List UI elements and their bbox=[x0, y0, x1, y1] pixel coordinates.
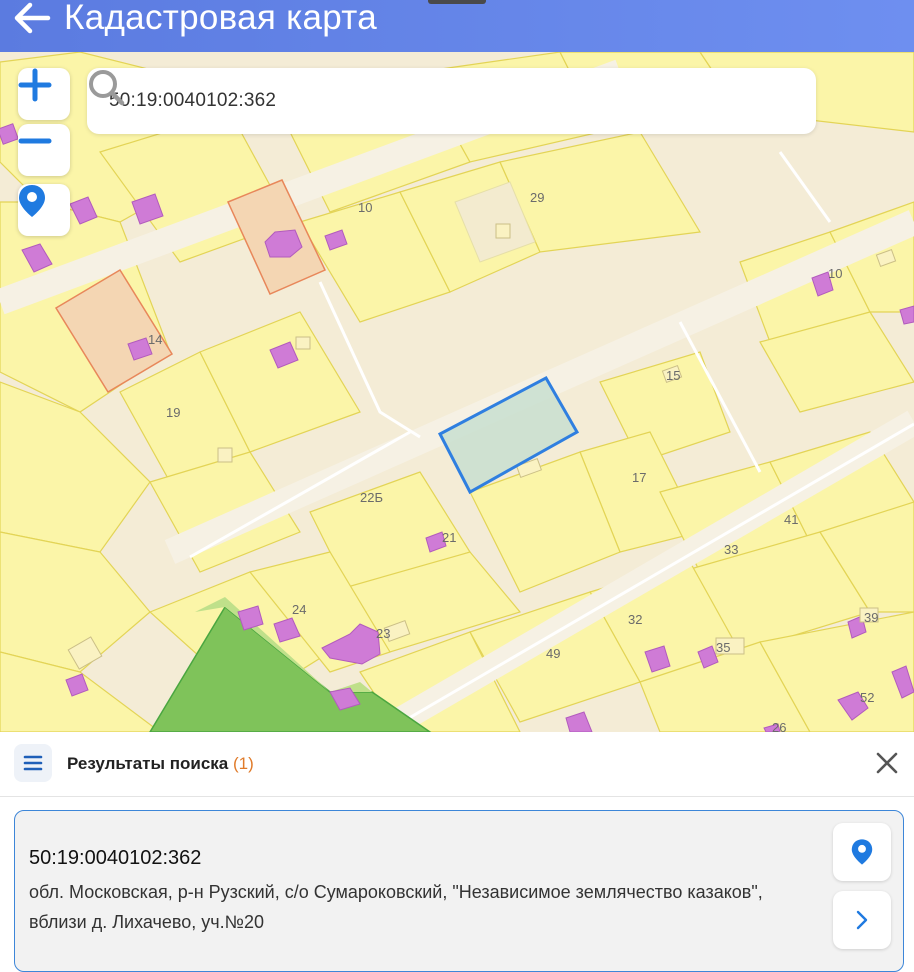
result-card[interactable]: 50:19:0040102:362 обл. Московская, р-н Р… bbox=[14, 810, 904, 972]
zoom-in-button[interactable] bbox=[18, 68, 70, 120]
results-count: (1) bbox=[233, 754, 254, 773]
search-bar[interactable]: 50:19:0040102:362 bbox=[87, 68, 816, 134]
arrow-left-icon[interactable] bbox=[10, 0, 54, 36]
location-pin-icon bbox=[19, 185, 45, 217]
open-details-button[interactable] bbox=[833, 891, 891, 949]
location-pin-icon bbox=[851, 839, 873, 865]
parcel-number-label: 39 bbox=[864, 610, 878, 625]
results-header: Результаты поиска (1) bbox=[0, 732, 914, 797]
parcel-number-label: 22Б bbox=[360, 490, 383, 505]
parcel-number-label: 17 bbox=[632, 470, 646, 485]
chevron-right-icon bbox=[856, 910, 868, 930]
parcel-number-label: 33 bbox=[724, 542, 738, 557]
camera-notch bbox=[428, 0, 486, 4]
app-header: Кадастровая карта bbox=[0, 0, 914, 52]
search-input[interactable]: 50:19:0040102:362 bbox=[109, 90, 276, 112]
parcel-number-label: 49 bbox=[546, 646, 560, 661]
parcel-number-label: 10 bbox=[828, 266, 842, 281]
parcel-number-label: 15 bbox=[666, 368, 680, 383]
page-title: Кадастровая карта bbox=[64, 0, 377, 37]
result-address: обл. Московская, р-н Рузский, с/о Сумаро… bbox=[29, 882, 763, 932]
parcel-number-label: 29 bbox=[530, 190, 544, 205]
parcel-number-label: 52 bbox=[860, 690, 874, 705]
zoom-out-button[interactable] bbox=[18, 124, 70, 176]
map-canvas[interactable]: 10 29 14 19 10 15 17 22Б 21 41 33 24 23 32 39 35 49 52 26 bbox=[0, 52, 914, 732]
parcel-number-label: 24 bbox=[292, 602, 306, 617]
parcel-number-label: 14 bbox=[148, 332, 162, 347]
results-title-text: Результаты поиска bbox=[67, 754, 229, 773]
parcel-number-label: 26 bbox=[772, 720, 786, 732]
results-title: Результаты поиска (1) bbox=[67, 754, 254, 774]
search-icon[interactable] bbox=[87, 68, 125, 106]
menu-button[interactable] bbox=[14, 744, 52, 782]
parcel-number-label: 32 bbox=[628, 612, 642, 627]
parcel-number-label: 35 bbox=[716, 640, 730, 655]
parcel-number-label: 21 bbox=[442, 530, 456, 545]
parcel-number-label: 19 bbox=[166, 405, 180, 420]
cadastral-map[interactable]: 10 29 14 19 10 15 17 22Б 21 41 33 24 23 32 39 35 49 52 26 … bbox=[0, 52, 914, 732]
parcel-number-label: 41 bbox=[784, 512, 798, 527]
minus-icon bbox=[18, 138, 52, 144]
close-icon[interactable] bbox=[874, 750, 900, 776]
plus-icon bbox=[18, 68, 52, 102]
parcel-number-label: 10 bbox=[358, 200, 372, 215]
show-on-map-button[interactable] bbox=[833, 823, 891, 881]
menu-icon bbox=[23, 755, 43, 771]
parcel-number-label: 23 bbox=[376, 626, 390, 641]
my-location-button[interactable] bbox=[18, 184, 70, 236]
result-cadastral-number: 50:19:0040102:362 bbox=[29, 847, 202, 869]
